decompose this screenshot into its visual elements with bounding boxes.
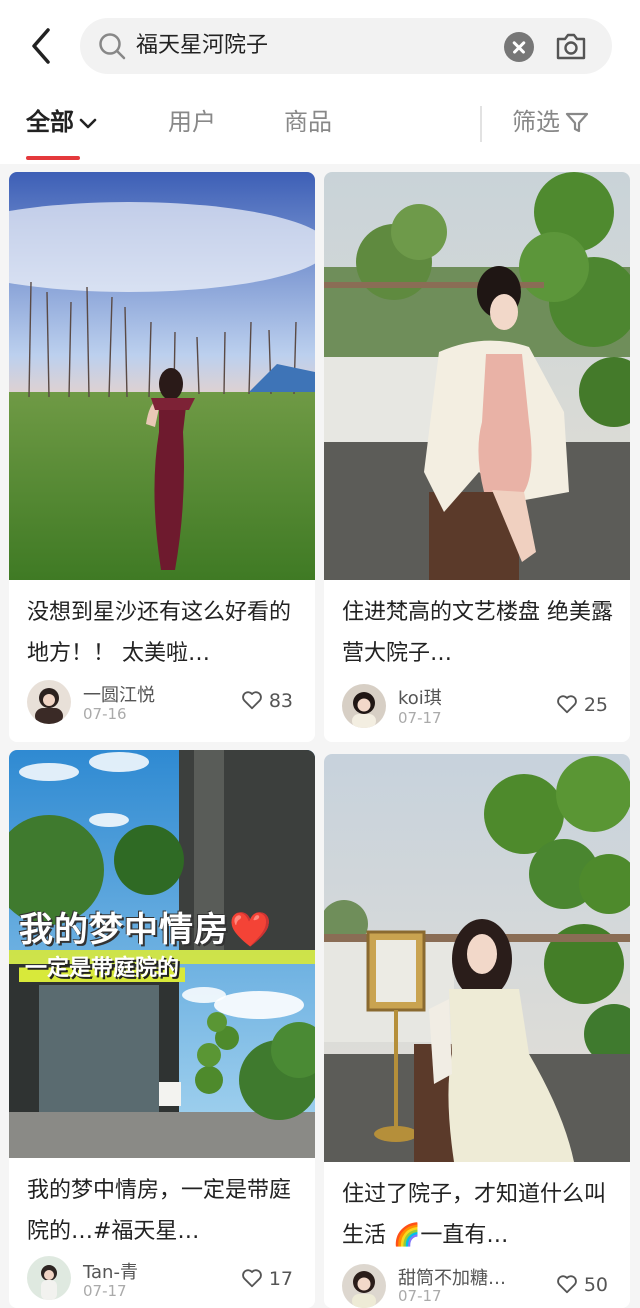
like-button[interactable]: 25 xyxy=(556,690,608,720)
search-query[interactable]: 福天星河院子 xyxy=(136,18,268,74)
image-overlay-subtitle: 一定是带庭院的 xyxy=(19,950,186,982)
post-card[interactable]: 住过了院子，才知道什么叫生活 🌈一直有… 甜筒不加糖… 07-17 50 xyxy=(324,754,630,1308)
tab-all-label: 全部 xyxy=(26,108,74,136)
like-count: 17 xyxy=(268,1268,293,1290)
tab-bar: 全部 用户 商品 筛选 xyxy=(0,92,640,164)
avatar[interactable] xyxy=(27,680,71,724)
heart-icon xyxy=(241,691,262,710)
post-title: 住进梵高的文艺楼盘 绝美露营大院子… xyxy=(342,600,613,666)
author-name[interactable]: 一圆江悦 xyxy=(83,681,155,707)
post-date: 07-17 xyxy=(83,1282,127,1300)
back-arrow-icon[interactable] xyxy=(28,26,58,66)
avatar[interactable] xyxy=(27,1256,71,1300)
post-title: 住过了院子，才知道什么叫生活 🌈一直有… xyxy=(342,1182,607,1248)
divider xyxy=(480,106,482,142)
active-tab-indicator xyxy=(26,156,80,160)
like-button[interactable]: 83 xyxy=(241,686,293,716)
image-overlay-title-text: 我的梦中情房 xyxy=(19,910,229,950)
heart-icon xyxy=(556,1275,577,1294)
heart-emoji: ❤️ xyxy=(229,910,273,950)
post-card[interactable]: 住进梵高的文艺楼盘 绝美露营大院子… koi琪 07-17 25 xyxy=(324,172,630,742)
like-button[interactable]: 17 xyxy=(241,1264,293,1294)
search-input[interactable]: 福天星河院子 xyxy=(80,18,612,74)
heart-icon xyxy=(556,695,577,714)
filter-icon xyxy=(565,112,589,133)
post-image xyxy=(9,172,315,580)
image-overlay-title: 我的梦中情房❤️ xyxy=(19,902,272,951)
clear-icon[interactable] xyxy=(504,32,534,62)
avatar[interactable] xyxy=(342,684,386,728)
tab-goods[interactable]: 商品 xyxy=(284,102,332,142)
post-title: 没想到星沙还有这么好看的地方！！ 太美啦… xyxy=(27,600,292,666)
chevron-down-icon xyxy=(79,118,97,129)
author-name[interactable]: Tan-青 xyxy=(83,1258,138,1284)
post-date: 07-17 xyxy=(398,1287,442,1305)
post-date: 07-17 xyxy=(398,709,442,727)
like-button[interactable]: 50 xyxy=(556,1270,608,1300)
search-icon xyxy=(96,30,128,62)
post-image xyxy=(324,172,630,580)
tab-users[interactable]: 用户 xyxy=(168,102,216,142)
like-count: 50 xyxy=(583,1274,608,1296)
post-date: 07-16 xyxy=(83,705,127,723)
post-title: 我的梦中情房，一定是带庭院的…#福天星… xyxy=(27,1178,292,1244)
avatar[interactable] xyxy=(342,1264,386,1308)
heart-icon xyxy=(241,1269,262,1288)
author-name[interactable]: koi琪 xyxy=(398,684,442,710)
post-card[interactable]: 我的梦中情房❤️ 一定是带庭院的 我的梦中情房，一定是带庭院的…#福天星… Ta… xyxy=(9,750,315,1308)
post-card[interactable]: 没想到星沙还有这么好看的地方！！ 太美啦… 一圆江悦 07-16 83 xyxy=(9,172,315,742)
filter-button[interactable]: 筛选 xyxy=(512,102,590,142)
post-image xyxy=(324,754,630,1162)
like-count: 83 xyxy=(268,690,293,712)
tab-all[interactable]: 全部 xyxy=(26,102,98,142)
filter-label: 筛选 xyxy=(512,108,560,136)
like-count: 25 xyxy=(583,694,608,716)
top-bar: 福天星河院子 全部 用户 商品 筛选 xyxy=(0,0,640,164)
camera-icon[interactable] xyxy=(554,30,588,62)
